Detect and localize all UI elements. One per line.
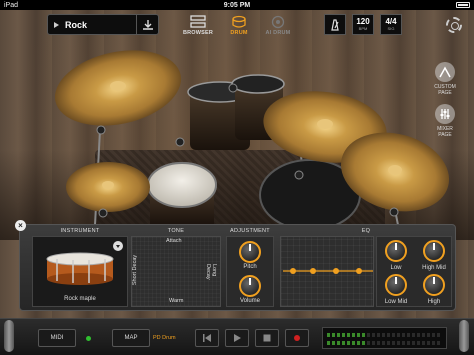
left-handle bbox=[4, 320, 14, 352]
pitch-label: Pitch bbox=[243, 264, 257, 270]
pitch-knob[interactable] bbox=[239, 241, 261, 263]
custom-page-button[interactable]: CUSTOM PAGE bbox=[431, 62, 459, 96]
transport-bar: MIDI MAP PD Drum bbox=[0, 318, 474, 355]
midi-label: MIDI bbox=[50, 335, 64, 341]
adjustment-section: Pitch Volume bbox=[226, 236, 274, 307]
carrier-label: iPad bbox=[4, 1, 19, 9]
tab-drum-label: DRUM bbox=[230, 30, 248, 36]
mixer-page-icon bbox=[435, 104, 455, 124]
browser-icon bbox=[190, 15, 206, 28]
play-icon bbox=[54, 21, 59, 28]
volume-label: Volume bbox=[239, 298, 260, 304]
map-button[interactable]: MAP bbox=[112, 329, 150, 347]
tempo-display[interactable]: 120 BPM bbox=[352, 14, 374, 35]
eq-graph[interactable] bbox=[280, 236, 374, 307]
metronome-button[interactable] bbox=[324, 14, 346, 35]
tab-drum[interactable]: DRUM bbox=[219, 14, 259, 40]
level-meter bbox=[322, 327, 447, 349]
time-signature-display[interactable]: 4/4 SIG bbox=[380, 14, 402, 35]
record-icon bbox=[294, 335, 300, 341]
low-mid-label: Low Mid bbox=[384, 299, 408, 305]
tone-long-decay-label: Long Decay bbox=[205, 264, 217, 280]
high-label: High bbox=[427, 299, 441, 305]
custom-page-label: CUSTOM PAGE bbox=[434, 84, 456, 96]
metronome-icon bbox=[331, 18, 339, 31]
custom-page-icon bbox=[435, 62, 455, 82]
close-icon[interactable]: × bbox=[15, 220, 26, 231]
tab-browser-label: BROWSER bbox=[182, 30, 214, 36]
low-label: Low bbox=[390, 265, 402, 271]
tab-browser[interactable]: BROWSER bbox=[178, 14, 218, 40]
pd-drum-label: PD Drum bbox=[153, 335, 176, 341]
right-handle bbox=[459, 320, 469, 352]
gear-icon[interactable] bbox=[446, 17, 462, 33]
download-button[interactable] bbox=[136, 15, 158, 34]
eq-curve bbox=[283, 268, 373, 274]
tab-ai-drum-label: AI DRUM bbox=[265, 30, 291, 36]
tab-ai-drum[interactable]: AI DRUM bbox=[258, 14, 298, 40]
play-button[interactable] bbox=[225, 329, 249, 347]
instrument-selector[interactable]: Rock maple bbox=[32, 236, 128, 307]
stop-icon bbox=[263, 334, 271, 342]
eq-knobs: Low High Mid Low Mid High bbox=[376, 236, 452, 307]
tone-warm-label: Warm bbox=[169, 298, 184, 304]
tempo-unit: BPM bbox=[358, 26, 368, 31]
tone-attach-label: Attach bbox=[166, 238, 182, 244]
snare-drum-image bbox=[46, 252, 114, 285]
low-mid-knob[interactable] bbox=[385, 274, 407, 296]
eq-point-low-mid bbox=[310, 268, 316, 274]
eq-point-low bbox=[290, 268, 296, 274]
download-icon bbox=[142, 19, 153, 30]
status-bar: iPad 9:05 PM bbox=[0, 0, 474, 10]
midi-status-led bbox=[86, 336, 91, 341]
time-signature-unit: SIG bbox=[387, 26, 395, 31]
instrument-name: Rock maple bbox=[64, 296, 96, 302]
tempo-value: 120 bbox=[356, 17, 370, 26]
song-selector[interactable]: Rock bbox=[47, 14, 159, 35]
mixer-page-label: MIXER PAGE bbox=[437, 126, 453, 138]
high-mid-label: High Mid bbox=[422, 265, 446, 271]
drum-settings-panel: × INSTRUMENT Rock maple TONE Attach Warm… bbox=[15, 220, 456, 311]
song-name: Rock bbox=[65, 19, 88, 30]
eq-title: EQ bbox=[361, 228, 371, 234]
previous-button[interactable] bbox=[195, 329, 219, 347]
eq-point-high bbox=[356, 268, 362, 274]
battery-icon bbox=[455, 2, 470, 8]
drum-icon bbox=[232, 15, 246, 28]
tone-xy-pad[interactable]: Attach Warm Short Decay Long Decay bbox=[131, 236, 221, 307]
stop-button[interactable] bbox=[255, 329, 279, 347]
clock: 9:05 PM bbox=[223, 1, 251, 9]
drum-kit[interactable] bbox=[0, 40, 474, 225]
ai-drum-icon bbox=[271, 15, 285, 29]
record-button[interactable] bbox=[285, 329, 309, 347]
tone-short-decay-label: Short Decay bbox=[132, 254, 139, 286]
play-icon bbox=[234, 334, 241, 342]
high-knob[interactable] bbox=[423, 274, 445, 296]
midi-button[interactable]: MIDI bbox=[38, 329, 76, 347]
time-signature-value: 4/4 bbox=[385, 17, 397, 26]
mixer-page-button[interactable]: MIXER PAGE bbox=[431, 104, 459, 138]
previous-icon bbox=[203, 334, 211, 342]
map-label: MAP bbox=[124, 335, 138, 341]
high-mid-knob[interactable] bbox=[423, 240, 445, 262]
low-knob[interactable] bbox=[385, 240, 407, 262]
instrument-title: INSTRUMENT bbox=[60, 228, 100, 234]
adjustment-title: ADJUSTMENT bbox=[230, 228, 270, 234]
eq-point-high-mid bbox=[333, 268, 339, 274]
volume-knob[interactable] bbox=[239, 275, 261, 297]
tone-title: TONE bbox=[167, 228, 185, 234]
